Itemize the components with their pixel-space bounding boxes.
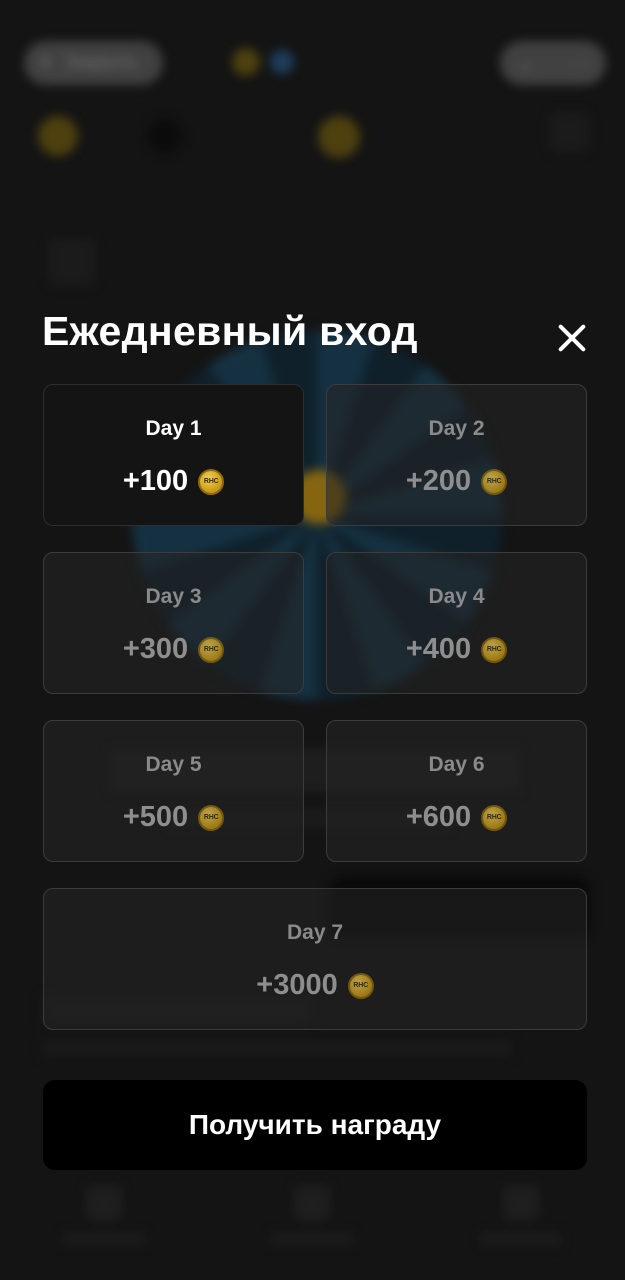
claim-reward-button[interactable]: Получить награду xyxy=(43,1080,587,1170)
day-card-7[interactable]: Day 7 +3000 RHC xyxy=(43,888,587,1030)
rhc-coin-icon: RHC xyxy=(481,468,508,495)
reward-amount: +600 xyxy=(405,801,472,833)
day-reward: +200 RHC xyxy=(405,465,508,498)
close-modal-icon[interactable] xyxy=(552,318,592,358)
reward-amount: +300 xyxy=(122,633,189,665)
reward-amount: +500 xyxy=(122,801,189,833)
day-card-5[interactable]: Day 5 +500 RHC xyxy=(43,720,304,862)
day-card-1[interactable]: Day 1 +100 RHC xyxy=(43,384,304,526)
modal-title: Ежедневный вход xyxy=(42,308,418,354)
day-reward: +600 RHC xyxy=(405,801,508,834)
rhc-coin-icon: RHC xyxy=(198,804,225,831)
day-label: Day 7 xyxy=(286,921,344,944)
day-label: Day 6 xyxy=(428,753,485,776)
day-reward: +3000 RHC xyxy=(256,969,374,1002)
day-card-6[interactable]: Day 6 +600 RHC xyxy=(326,720,587,862)
reward-amount: +200 xyxy=(405,465,472,497)
rhc-coin-icon: RHC xyxy=(481,804,508,831)
day-card-3[interactable]: Day 3 +300 RHC xyxy=(43,552,304,694)
day-label: Day 5 xyxy=(145,753,202,776)
reward-amount: +3000 xyxy=(256,969,338,1001)
day-reward: +300 RHC xyxy=(122,633,225,666)
day-label: Day 3 xyxy=(145,585,202,608)
rhc-coin-icon: RHC xyxy=(481,636,508,663)
reward-amount: +100 xyxy=(122,465,189,497)
day-card-4[interactable]: Day 4 +400 RHC xyxy=(326,552,587,694)
day-label: Day 4 xyxy=(428,585,485,608)
day-label: Day 1 xyxy=(145,417,202,440)
rhc-coin-icon: RHC xyxy=(198,636,225,663)
day-label: Day 2 xyxy=(428,417,485,440)
rhc-coin-icon: RHC xyxy=(347,972,374,999)
rhc-coin-icon: RHC xyxy=(198,468,225,495)
day-reward: +100 RHC xyxy=(122,465,225,498)
day-card-2[interactable]: Day 2 +200 RHC xyxy=(326,384,587,526)
day-reward: +400 RHC xyxy=(405,633,508,666)
day-reward: +500 RHC xyxy=(122,801,225,834)
reward-amount: +400 xyxy=(405,633,472,665)
